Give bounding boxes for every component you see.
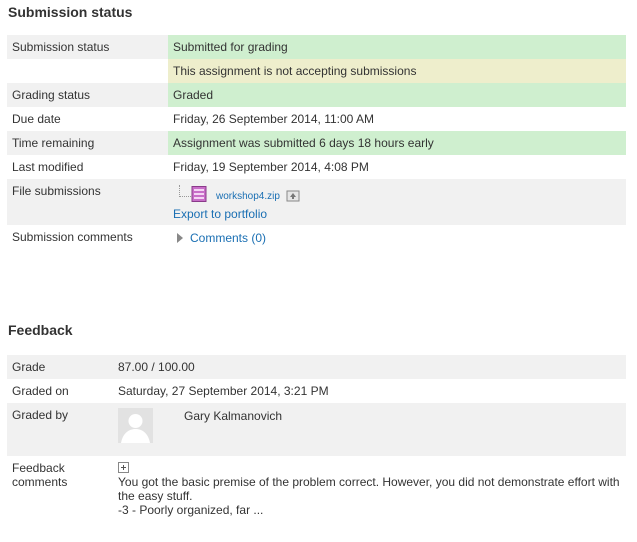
portfolio-export-icon[interactable] (286, 188, 300, 202)
last-modified-label: Last modified (7, 155, 168, 179)
table-row: Submission status Submitted for grading (7, 35, 626, 59)
graded-on-value: Saturday, 27 September 2014, 3:21 PM (113, 379, 626, 403)
due-date-value: Friday, 26 September 2014, 11:00 AM (168, 107, 626, 131)
table-row: Feedback comments You got the basic prem… (7, 456, 626, 528)
table-row: Graded by Gary Kalmanovich (7, 403, 626, 456)
table-row: Due date Friday, 26 September 2014, 11:0… (7, 107, 626, 131)
submission-status-label: Submission status (7, 35, 168, 59)
grader-name: Gary Kalmanovich (184, 409, 283, 423)
feedback-table: Grade 87.00 / 100.00 Graded on Saturday,… (7, 355, 626, 528)
last-modified-value: Friday, 19 September 2014, 4:08 PM (168, 155, 626, 179)
plus-box-icon[interactable] (118, 462, 129, 473)
expand-triangle-icon[interactable] (177, 233, 183, 243)
feedback-comment-line2: -3 - Poorly organized, far ... (118, 503, 264, 517)
table-row: Time remaining Assignment was submitted … (7, 131, 626, 155)
table-row: This assignment is not accepting submiss… (7, 59, 626, 83)
submission-comments-cell: Comments (0) (168, 225, 626, 251)
feedback-heading: Feedback (8, 322, 73, 338)
feedback-comments-label-line2: comments (12, 475, 68, 489)
time-remaining-label: Time remaining (7, 131, 168, 155)
feedback-comments-label: Feedback comments (7, 456, 113, 528)
empty-label-cell (7, 59, 168, 83)
graded-on-label: Graded on (7, 379, 113, 403)
graded-by-cell: Gary Kalmanovich (113, 403, 626, 456)
time-remaining-value: Assignment was submitted 6 days 18 hours… (168, 131, 626, 155)
feedback-comment-text: You got the basic premise of the problem… (118, 475, 621, 517)
file-submissions-cell: workshop4.zip Export to portfolio (168, 179, 626, 225)
due-date-label: Due date (7, 107, 168, 131)
file-submissions-label: File submissions (7, 179, 168, 225)
feedback-comments-label-line1: Feedback (12, 461, 65, 475)
feedback-comments-cell: You got the basic premise of the problem… (113, 456, 626, 528)
comments-link[interactable]: Comments (0) (190, 231, 266, 245)
not-accepting-submissions-message: This assignment is not accepting submiss… (168, 59, 626, 83)
table-row: File submissions workshop4.zip Export to… (7, 179, 626, 225)
grade-value: 87.00 / 100.00 (113, 355, 626, 379)
tree-connector (179, 185, 191, 197)
table-row: Grade 87.00 / 100.00 (7, 355, 626, 379)
feedback-comment-line1: You got the basic premise of the problem… (118, 475, 620, 503)
graded-by-label: Graded by (7, 403, 113, 456)
grading-status-value: Graded (168, 83, 626, 107)
zip-archive-icon (191, 186, 207, 202)
file-tree-item: workshop4.zip (173, 184, 621, 206)
grade-label: Grade (7, 355, 113, 379)
export-to-portfolio-link[interactable]: Export to portfolio (173, 207, 621, 221)
table-row: Last modified Friday, 19 September 2014,… (7, 155, 626, 179)
grader-info: Gary Kalmanovich (118, 408, 621, 452)
submission-status-table: Submission status Submitted for grading … (7, 35, 626, 251)
submission-comments-label: Submission comments (7, 225, 168, 251)
default-user-avatar (118, 408, 153, 443)
table-row: Submission comments Comments (0) (7, 225, 626, 251)
submission-status-heading: Submission status (8, 4, 133, 20)
submission-status-value: Submitted for grading (168, 35, 626, 59)
table-row: Graded on Saturday, 27 September 2014, 3… (7, 379, 626, 403)
grading-status-label: Grading status (7, 83, 168, 107)
comments-toggle[interactable]: Comments (0) (177, 231, 266, 245)
table-row: Grading status Graded (7, 83, 626, 107)
file-download-link[interactable]: workshop4.zip (216, 190, 280, 204)
